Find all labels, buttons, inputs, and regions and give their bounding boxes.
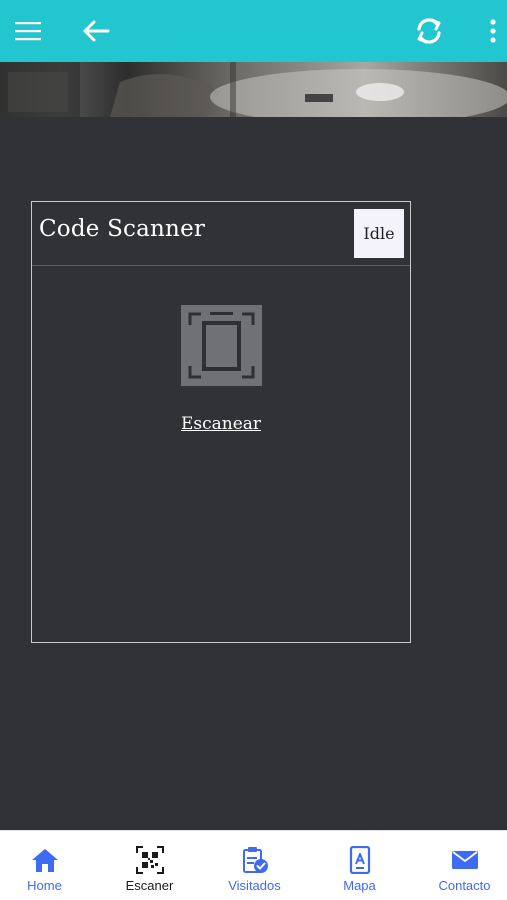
nav-item-visitados[interactable]: Visitados xyxy=(204,831,305,900)
nav-label-visitados: Visitados xyxy=(228,878,281,893)
arrow-left-icon xyxy=(83,20,110,42)
app-toolbar xyxy=(0,0,507,62)
house-icon xyxy=(31,849,58,872)
header-banner-image xyxy=(0,62,507,117)
bottom-navigation: Home Escaner Visitados Mapa Contacto xyxy=(0,830,507,900)
hamburger-menu-icon xyxy=(15,22,41,41)
document-scan-icon[interactable] xyxy=(181,305,262,386)
back-button[interactable] xyxy=(74,0,118,62)
nav-label-mapa: Mapa xyxy=(343,878,376,893)
nav-label-escaner: Escaner xyxy=(125,878,174,893)
scanner-title: Code Scanner xyxy=(39,216,206,242)
nav-item-contacto[interactable]: Contacto xyxy=(414,831,507,900)
nav-item-home[interactable]: Home xyxy=(0,831,95,900)
envelope-icon xyxy=(451,851,478,869)
nav-item-mapa[interactable]: Mapa xyxy=(309,831,410,900)
refresh-button[interactable] xyxy=(406,0,452,62)
refresh-icon xyxy=(417,18,441,44)
more-options-button[interactable] xyxy=(478,0,507,62)
clipboard-check-icon xyxy=(242,847,268,873)
code-scanner-card: Code Scanner Idle Escanear xyxy=(31,201,411,643)
card-header: Code Scanner Idle xyxy=(32,202,410,266)
status-badge: Idle xyxy=(354,209,404,258)
cafe-photo xyxy=(0,62,507,117)
nav-label-home: Home xyxy=(27,878,62,893)
nav-item-escaner[interactable]: Escaner xyxy=(99,831,200,900)
qr-code-icon xyxy=(135,846,164,874)
scan-link[interactable]: Escanear xyxy=(32,414,410,434)
map-document-icon xyxy=(349,846,370,874)
nav-label-contacto: Contacto xyxy=(438,878,491,893)
vertical-dots-icon xyxy=(490,19,496,43)
menu-button[interactable] xyxy=(6,0,50,62)
